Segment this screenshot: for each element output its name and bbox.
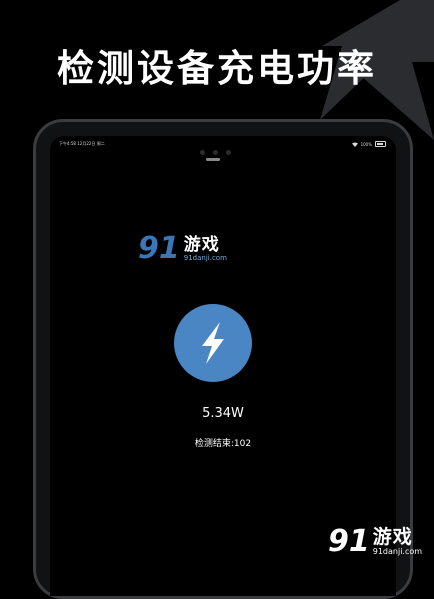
watermark-number-bottom: 91	[328, 524, 370, 559]
battery-icon	[375, 141, 386, 147]
status-right-group: 100%	[351, 141, 386, 147]
watermark-logo-bottom: 91 游戏 91danji.com	[328, 527, 422, 557]
lightning-bolt-icon	[202, 322, 224, 364]
watermark-url-bottom: 91danji.com	[372, 547, 423, 556]
watermark-url: 91danji.com	[183, 254, 227, 262]
watermark-text-bottom: 游戏 91danji.com	[373, 527, 422, 557]
battery-percent: 100%	[360, 141, 372, 147]
watermark-name: 游戏	[183, 235, 220, 255]
detect-status: 检测结束:102	[194, 439, 252, 449]
status-time-date: 下午4:58 12月22日 周二	[59, 141, 105, 146]
watermark-text: 游戏 91danji.com	[184, 236, 227, 262]
watermark-name-bottom: 游戏	[372, 526, 413, 548]
sheet-grabber-handle[interactable]	[206, 158, 220, 161]
watermark-logo: 91 游戏 91danji.com	[138, 234, 227, 264]
power-value: 5.34W	[202, 406, 244, 421]
charge-detect-button[interactable]	[174, 304, 252, 382]
wifi-icon	[351, 142, 358, 147]
watermark-number: 91	[138, 231, 180, 266]
status-bar: 下午4:58 12月22日 周二 100%	[50, 140, 396, 150]
page-headline: 检测设备充电功率	[57, 47, 377, 90]
